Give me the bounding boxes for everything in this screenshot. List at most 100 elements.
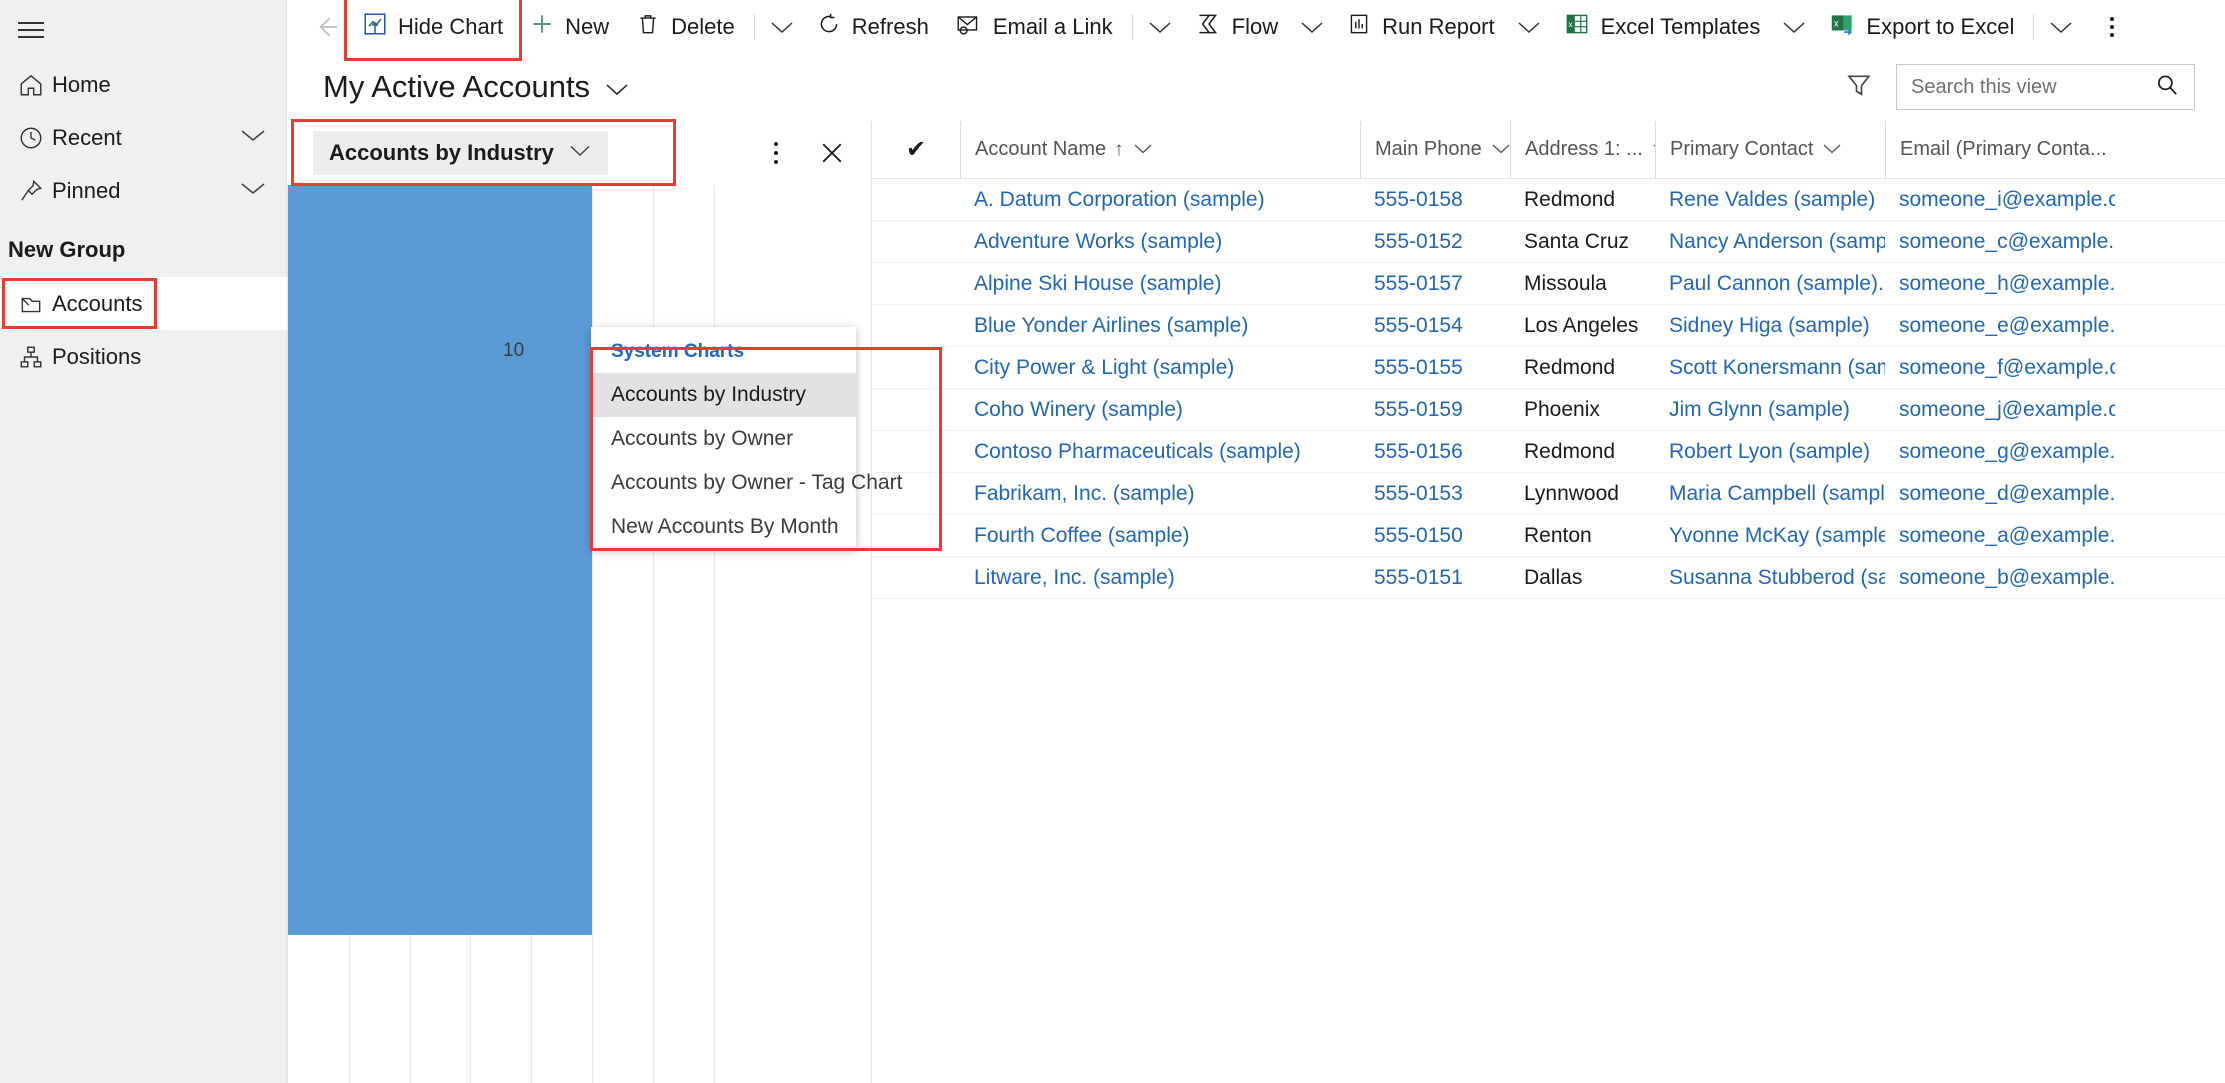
hide-chart-button[interactable]: Hide Chart xyxy=(349,5,516,49)
cell-email[interactable]: someone_j@example.c xyxy=(1885,398,2115,422)
chevron-down-icon[interactable] xyxy=(238,126,268,149)
cell-main-phone[interactable]: 555-0159 xyxy=(1360,398,1510,422)
cell-email[interactable]: someone_e@example.c xyxy=(1885,314,2115,338)
chart-selector[interactable]: Accounts by Industry xyxy=(313,131,608,175)
cell-primary-contact[interactable]: Susanna Stubberod (sa xyxy=(1655,566,1885,590)
chart-more-actions-icon[interactable] xyxy=(761,133,791,173)
cell-email[interactable]: someone_c@example.c xyxy=(1885,230,2115,254)
chevron-down-icon[interactable] xyxy=(1132,138,1154,161)
table-row[interactable]: Alpine Ski House (sample) 555-0157 Misso… xyxy=(872,263,2225,305)
menu-item-accounts-by-industry[interactable]: Accounts by Industry xyxy=(591,373,856,417)
sidebar-item-pinned[interactable]: Pinned xyxy=(0,164,286,217)
cell-account-name[interactable]: Adventure Works (sample) xyxy=(960,230,1360,254)
sidebar-item-positions[interactable]: Positions xyxy=(0,330,286,383)
cell-email[interactable]: someone_a@example.c xyxy=(1885,524,2115,548)
column-header-primary-contact[interactable]: Primary Contact xyxy=(1655,121,1885,179)
cell-primary-contact[interactable]: Rene Valdes (sample) xyxy=(1655,188,1885,212)
cell-account-name[interactable]: Contoso Pharmaceuticals (sample) xyxy=(960,440,1360,464)
sidebar-item-accounts[interactable]: Accounts xyxy=(0,277,287,330)
column-header-email-primary-contact[interactable]: Email (Primary Conta... xyxy=(1885,121,2115,179)
more-commands-icon[interactable] xyxy=(2090,5,2134,49)
cell-email[interactable]: someone_b@example.c xyxy=(1885,566,2115,590)
cell-primary-contact[interactable]: Robert Lyon (sample) xyxy=(1655,440,1885,464)
table-row[interactable]: City Power & Light (sample) 555-0155 Red… xyxy=(872,347,2225,389)
flow-caret-icon[interactable] xyxy=(1291,5,1333,49)
filter-icon[interactable] xyxy=(1844,70,1874,105)
cell-main-phone[interactable]: 555-0154 xyxy=(1360,314,1510,338)
back-arrow-icon[interactable] xyxy=(305,5,349,49)
chevron-down-icon[interactable] xyxy=(568,143,592,163)
export-to-excel-button[interactable]: x Export to Excel xyxy=(1815,5,2027,49)
column-header-main-phone[interactable]: Main Phone xyxy=(1360,121,1510,179)
cell-account-name[interactable]: Litware, Inc. (sample) xyxy=(960,566,1360,590)
table-row[interactable]: Fabrikam, Inc. (sample) 555-0153 Lynnwoo… xyxy=(872,473,2225,515)
cell-email[interactable]: someone_f@example.c xyxy=(1885,356,2115,380)
cell-email[interactable]: someone_d@example.c xyxy=(1885,482,2115,506)
menu-toggle-icon[interactable] xyxy=(0,0,46,38)
chevron-down-icon[interactable] xyxy=(604,69,630,105)
table-row[interactable]: A. Datum Corporation (sample) 555-0158 R… xyxy=(872,179,2225,221)
delete-caret-icon[interactable] xyxy=(761,5,803,49)
cell-email[interactable]: someone_h@example.c xyxy=(1885,272,2115,296)
table-row[interactable]: Contoso Pharmaceuticals (sample) 555-015… xyxy=(872,431,2225,473)
cell-account-name[interactable]: Alpine Ski House (sample) xyxy=(960,272,1360,296)
cell-primary-contact[interactable]: Maria Campbell (sampl xyxy=(1655,482,1885,506)
cell-main-phone[interactable]: 555-0150 xyxy=(1360,524,1510,548)
search-input[interactable] xyxy=(1911,75,2146,99)
search-icon[interactable] xyxy=(2154,72,2180,103)
view-selector[interactable]: My Active Accounts xyxy=(323,69,630,105)
menu-item-new-accounts-by-month[interactable]: New Accounts By Month xyxy=(591,505,856,549)
cell-primary-contact[interactable]: Nancy Anderson (samp xyxy=(1655,230,1885,254)
flow-button[interactable]: Flow xyxy=(1181,5,1291,49)
search-box[interactable] xyxy=(1896,64,2195,110)
cell-main-phone[interactable]: 555-0158 xyxy=(1360,188,1510,212)
cell-account-name[interactable]: Fourth Coffee (sample) xyxy=(960,524,1360,548)
sidebar-item-recent[interactable]: Recent xyxy=(0,111,286,164)
cell-main-phone[interactable]: 555-0156 xyxy=(1360,440,1510,464)
new-button[interactable]: New xyxy=(516,5,622,49)
column-header-account-name[interactable]: Account Name ↑ xyxy=(960,121,1360,179)
cell-account-name[interactable]: Blue Yonder Airlines (sample) xyxy=(960,314,1360,338)
email-link-button[interactable]: Email a Link xyxy=(942,5,1126,49)
chevron-down-icon[interactable] xyxy=(1490,138,1510,161)
cell-main-phone[interactable]: 555-0152 xyxy=(1360,230,1510,254)
menu-item-accounts-by-owner-tag-chart[interactable]: Accounts by Owner - Tag Chart xyxy=(591,461,902,505)
excel-templates-button[interactable]: x Excel Templates xyxy=(1550,5,1774,49)
chevron-down-icon[interactable] xyxy=(238,179,268,202)
cell-primary-contact[interactable]: Yvonne McKay (sample xyxy=(1655,524,1885,548)
cell-email[interactable]: someone_i@example.c xyxy=(1885,188,2115,212)
column-header-address-1[interactable]: Address 1: ... xyxy=(1510,121,1655,179)
cell-main-phone[interactable]: 555-0157 xyxy=(1360,272,1510,296)
cell-main-phone[interactable]: 555-0151 xyxy=(1360,566,1510,590)
chevron-down-icon[interactable] xyxy=(1821,138,1843,161)
sidebar-item-label: Pinned xyxy=(52,177,121,203)
cell-primary-contact[interactable]: Jim Glynn (sample) xyxy=(1655,398,1885,422)
cell-main-phone[interactable]: 555-0155 xyxy=(1360,356,1510,380)
chart-bar[interactable] xyxy=(288,185,592,935)
menu-item-accounts-by-owner[interactable]: Accounts by Owner xyxy=(591,417,856,461)
email-link-caret-icon[interactable] xyxy=(1139,5,1181,49)
close-icon[interactable] xyxy=(815,136,849,170)
table-row[interactable]: Litware, Inc. (sample) 555-0151 Dallas S… xyxy=(872,557,2225,599)
cell-primary-contact[interactable]: Sidney Higa (sample) xyxy=(1655,314,1885,338)
sidebar-item-home[interactable]: Home xyxy=(0,58,286,111)
delete-button[interactable]: Delete xyxy=(622,5,748,49)
export-to-excel-caret-icon[interactable] xyxy=(2040,5,2082,49)
cell-account-name[interactable]: A. Datum Corporation (sample) xyxy=(960,188,1360,212)
run-report-caret-icon[interactable] xyxy=(1508,5,1550,49)
table-row[interactable]: Blue Yonder Airlines (sample) 555-0154 L… xyxy=(872,305,2225,347)
cell-account-name[interactable]: City Power & Light (sample) xyxy=(960,356,1360,380)
table-row[interactable]: Coho Winery (sample) 555-0159 Phoenix Ji… xyxy=(872,389,2225,431)
cell-account-name[interactable]: Fabrikam, Inc. (sample) xyxy=(960,482,1360,506)
cell-main-phone[interactable]: 555-0153 xyxy=(1360,482,1510,506)
cell-account-name[interactable]: Coho Winery (sample) xyxy=(960,398,1360,422)
table-row[interactable]: Fourth Coffee (sample) 555-0150 Renton Y… xyxy=(872,515,2225,557)
cell-primary-contact[interactable]: Scott Konersmann (sam xyxy=(1655,356,1885,380)
cell-email[interactable]: someone_g@example.c xyxy=(1885,440,2115,464)
run-report-button[interactable]: Run Report xyxy=(1333,5,1508,49)
excel-templates-caret-icon[interactable] xyxy=(1773,5,1815,49)
cell-primary-contact[interactable]: Paul Cannon (sample).. xyxy=(1655,272,1885,296)
table-row[interactable]: Adventure Works (sample) 555-0152 Santa … xyxy=(872,221,2225,263)
refresh-button[interactable]: Refresh xyxy=(803,5,942,49)
select-all-checkbox[interactable]: ✔ xyxy=(872,135,960,164)
